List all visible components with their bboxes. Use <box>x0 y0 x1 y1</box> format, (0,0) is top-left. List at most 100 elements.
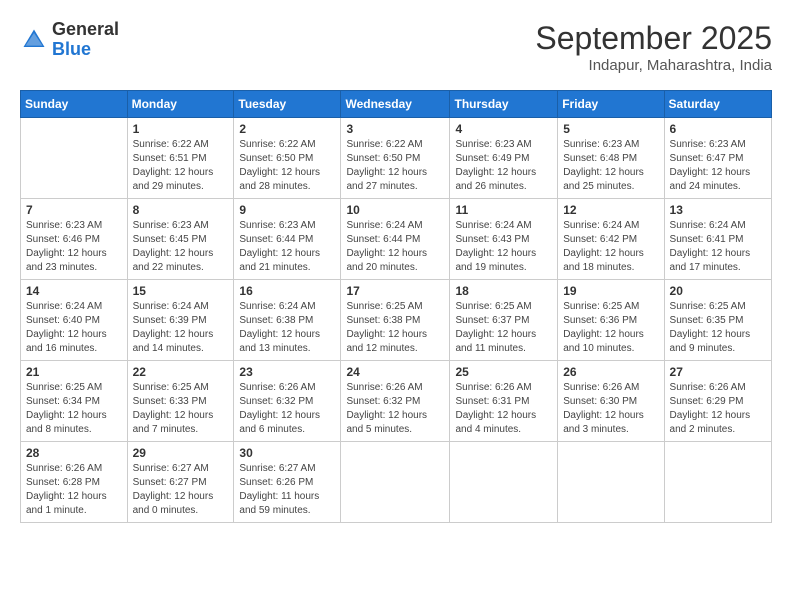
week-row-4: 28 Sunrise: 6:26 AMSunset: 6:28 PMDayligh… <box>21 442 772 523</box>
month-title: September 2025 <box>535 20 772 57</box>
day-cell <box>450 442 558 523</box>
calendar-header: Sunday Monday Tuesday Wednesday Thursday… <box>21 91 772 118</box>
day-info: Sunrise: 6:27 AMSunset: 6:27 PMDaylight:… <box>133 462 229 518</box>
col-sunday: Sunday <box>21 91 128 118</box>
day-cell: 8Sunrise: 6:23 AMSunset: 6:45 PMDaylight… <box>127 199 234 280</box>
day-cell: 23 Sunrise: 6:26 AMSunset: 6:32 PMDayligh… <box>234 361 341 442</box>
day-cell <box>21 118 128 199</box>
day-number: 2 <box>239 122 335 136</box>
day-info: Sunrise: 6:23 AMSunset: 6:48 PMDaylight:… <box>563 138 658 194</box>
location-subtitle: Indapur, Maharashtra, India <box>535 57 772 74</box>
day-number: 27 <box>670 365 766 379</box>
day-info: Sunrise: 6:24 AMSunset: 6:40 PMDaylight:… <box>26 300 122 356</box>
day-number: 16 <box>239 284 335 298</box>
day-number: 24 <box>346 365 444 379</box>
day-cell: 10 Sunrise: 6:24 AMSunset: 6:44 PMDayligh… <box>341 199 450 280</box>
day-cell: 1Sunrise: 6:22 AMSunset: 6:51 PMDaylight… <box>127 118 234 199</box>
logo-text: General Blue <box>52 20 119 60</box>
day-cell: 3Sunrise: 6:22 AMSunset: 6:50 PMDaylight… <box>341 118 450 199</box>
col-monday: Monday <box>127 91 234 118</box>
day-cell: 2Sunrise: 6:22 AMSunset: 6:50 PMDaylight… <box>234 118 341 199</box>
day-number: 4 <box>455 122 552 136</box>
day-cell: 27 Sunrise: 6:26 AMSunset: 6:29 PMDayligh… <box>664 361 771 442</box>
day-cell: 17Sunrise: 6:25 AMSunset: 6:38 PMDayligh… <box>341 280 450 361</box>
day-cell: 22Sunrise: 6:25 AMSunset: 6:33 PMDayligh… <box>127 361 234 442</box>
day-cell <box>664 442 771 523</box>
day-cell: 9 Sunrise: 6:23 AMSunset: 6:44 PMDaylight… <box>234 199 341 280</box>
day-cell: 15 Sunrise: 6:24 AMSunset: 6:39 PMDayligh… <box>127 280 234 361</box>
day-number: 9 <box>239 203 335 217</box>
day-cell: 13 Sunrise: 6:24 AMSunset: 6:41 PMDayligh… <box>664 199 771 280</box>
day-info: Sunrise: 6:24 AMSunset: 6:44 PMDaylight:… <box>346 219 444 275</box>
day-cell: 19Sunrise: 6:25 AMSunset: 6:36 PMDayligh… <box>558 280 664 361</box>
page-header: General Blue September 2025 Indapur, Mah… <box>20 20 772 74</box>
logo-general: General <box>52 19 119 39</box>
day-number: 5 <box>563 122 658 136</box>
day-number: 21 <box>26 365 122 379</box>
week-row-3: 21Sunrise: 6:25 AMSunset: 6:34 PMDayligh… <box>21 361 772 442</box>
col-saturday: Saturday <box>664 91 771 118</box>
day-cell: 30 Sunrise: 6:27 AMSunset: 6:26 PMDayligh… <box>234 442 341 523</box>
title-block: September 2025 Indapur, Maharashtra, Ind… <box>535 20 772 74</box>
day-cell: 20 Sunrise: 6:25 AMSunset: 6:35 PMDayligh… <box>664 280 771 361</box>
day-cell: 14Sunrise: 6:24 AMSunset: 6:40 PMDayligh… <box>21 280 128 361</box>
day-info: Sunrise: 6:23 AMSunset: 6:49 PMDaylight:… <box>455 138 552 194</box>
day-cell: 7 Sunrise: 6:23 AMSunset: 6:46 PMDaylight… <box>21 199 128 280</box>
day-number: 28 <box>26 446 122 460</box>
day-info: Sunrise: 6:23 AMSunset: 6:47 PMDaylight:… <box>670 138 766 194</box>
day-info: Sunrise: 6:25 AMSunset: 6:33 PMDaylight:… <box>133 381 229 437</box>
day-info: Sunrise: 6:24 AMSunset: 6:38 PMDaylight:… <box>239 300 335 356</box>
day-number: 20 <box>670 284 766 298</box>
day-cell: 21Sunrise: 6:25 AMSunset: 6:34 PMDayligh… <box>21 361 128 442</box>
calendar-body: 1Sunrise: 6:22 AMSunset: 6:51 PMDaylight… <box>21 118 772 523</box>
day-info: Sunrise: 6:26 AMSunset: 6:30 PMDaylight:… <box>563 381 658 437</box>
day-cell: 26 Sunrise: 6:26 AMSunset: 6:30 PMDayligh… <box>558 361 664 442</box>
day-info: Sunrise: 6:27 AMSunset: 6:26 PMDaylight:… <box>239 462 335 518</box>
day-number: 1 <box>133 122 229 136</box>
day-number: 7 <box>26 203 122 217</box>
day-number: 30 <box>239 446 335 460</box>
day-number: 18 <box>455 284 552 298</box>
col-wednesday: Wednesday <box>341 91 450 118</box>
day-info: Sunrise: 6:22 AMSunset: 6:50 PMDaylight:… <box>346 138 444 194</box>
calendar-table: Sunday Monday Tuesday Wednesday Thursday… <box>20 90 772 523</box>
day-number: 12 <box>563 203 658 217</box>
header-row: Sunday Monday Tuesday Wednesday Thursday… <box>21 91 772 118</box>
day-number: 10 <box>346 203 444 217</box>
day-cell: 18Sunrise: 6:25 AMSunset: 6:37 PMDayligh… <box>450 280 558 361</box>
day-info: Sunrise: 6:24 AMSunset: 6:43 PMDaylight:… <box>455 219 552 275</box>
day-info: Sunrise: 6:24 AMSunset: 6:42 PMDaylight:… <box>563 219 658 275</box>
day-number: 17 <box>346 284 444 298</box>
day-number: 11 <box>455 203 552 217</box>
day-number: 13 <box>670 203 766 217</box>
day-number: 6 <box>670 122 766 136</box>
day-info: Sunrise: 6:24 AMSunset: 6:41 PMDaylight:… <box>670 219 766 275</box>
logo-blue: Blue <box>52 39 91 59</box>
day-info: Sunrise: 6:23 AMSunset: 6:44 PMDaylight:… <box>239 219 335 275</box>
day-number: 29 <box>133 446 229 460</box>
day-info: Sunrise: 6:23 AMSunset: 6:46 PMDaylight:… <box>26 219 122 275</box>
day-cell: 6 Sunrise: 6:23 AMSunset: 6:47 PMDaylight… <box>664 118 771 199</box>
col-tuesday: Tuesday <box>234 91 341 118</box>
day-info: Sunrise: 6:24 AMSunset: 6:39 PMDaylight:… <box>133 300 229 356</box>
day-number: 19 <box>563 284 658 298</box>
col-friday: Friday <box>558 91 664 118</box>
day-number: 8 <box>133 203 229 217</box>
day-info: Sunrise: 6:26 AMSunset: 6:29 PMDaylight:… <box>670 381 766 437</box>
day-info: Sunrise: 6:26 AMSunset: 6:28 PMDaylight:… <box>26 462 122 518</box>
day-cell: 25Sunrise: 6:26 AMSunset: 6:31 PMDayligh… <box>450 361 558 442</box>
day-cell: 5 Sunrise: 6:23 AMSunset: 6:48 PMDaylight… <box>558 118 664 199</box>
col-thursday: Thursday <box>450 91 558 118</box>
day-cell <box>341 442 450 523</box>
week-row-2: 14Sunrise: 6:24 AMSunset: 6:40 PMDayligh… <box>21 280 772 361</box>
day-number: 15 <box>133 284 229 298</box>
week-row-0: 1Sunrise: 6:22 AMSunset: 6:51 PMDaylight… <box>21 118 772 199</box>
day-cell <box>558 442 664 523</box>
day-info: Sunrise: 6:26 AMSunset: 6:32 PMDaylight:… <box>239 381 335 437</box>
day-number: 26 <box>563 365 658 379</box>
day-cell: 16 Sunrise: 6:24 AMSunset: 6:38 PMDayligh… <box>234 280 341 361</box>
day-cell: 12 Sunrise: 6:24 AMSunset: 6:42 PMDayligh… <box>558 199 664 280</box>
day-number: 23 <box>239 365 335 379</box>
logo: General Blue <box>20 20 119 60</box>
day-info: Sunrise: 6:25 AMSunset: 6:35 PMDaylight:… <box>670 300 766 356</box>
